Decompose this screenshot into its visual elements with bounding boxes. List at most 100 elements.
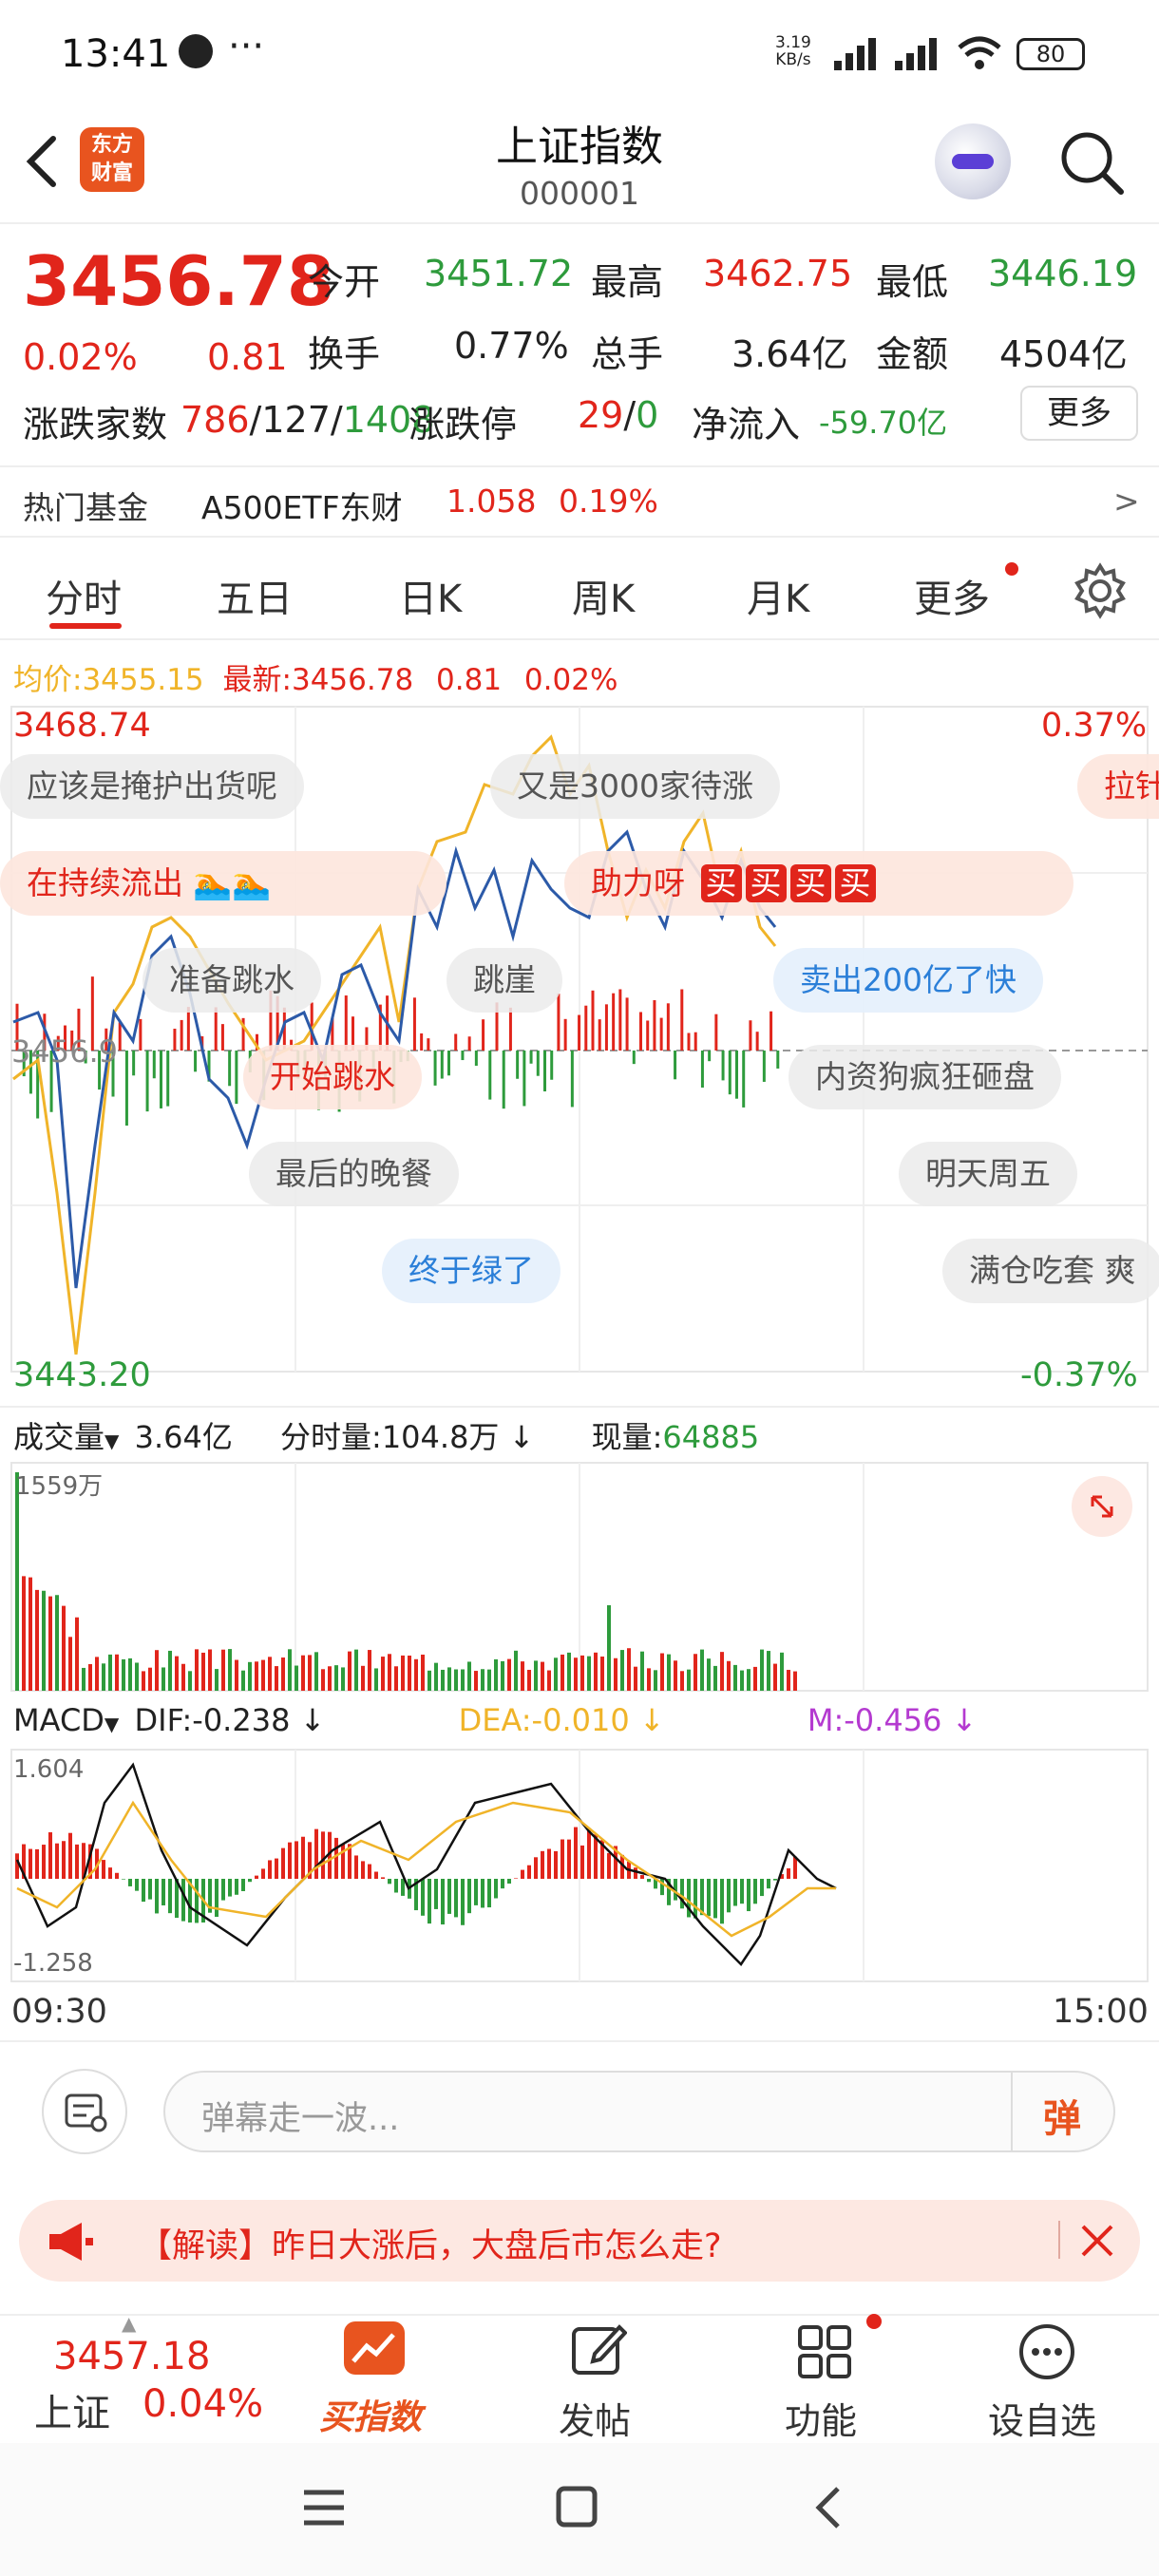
macd-indicator-select[interactable]: MACD xyxy=(13,1702,104,1738)
nav-features[interactable]: 功能 xyxy=(785,2392,857,2444)
dif-line xyxy=(15,1762,837,1966)
amount-value: 4504亿 xyxy=(999,333,1128,375)
high-label: 最高 xyxy=(591,261,664,303)
macd-m: M:-0.456 xyxy=(807,1702,942,1738)
features-grid-icon xyxy=(798,2325,851,2378)
danmaku-bubble[interactable]: 内资狗疯狂砸盘 xyxy=(788,1045,1061,1109)
close-icon[interactable] xyxy=(1079,2223,1115,2259)
danmaku-bubble[interactable]: 开始跳水 xyxy=(243,1045,422,1109)
robot-assistant-icon[interactable] xyxy=(935,123,1011,199)
intraday-change: 0.81 xyxy=(436,663,503,697)
macd-header: MACD▼ DIF:-0.238 ↓ DEA:-0.010 ↓ M:-0.456… xyxy=(13,1702,978,1738)
menu-icon[interactable] xyxy=(302,2487,346,2529)
tab-more[interactable]: 更多 xyxy=(914,568,990,623)
signal-icon xyxy=(834,38,876,70)
danmaku-text: 助力呀 xyxy=(591,864,685,901)
minute-volume-label: 分时量: xyxy=(280,1419,382,1455)
battery-level: 80 xyxy=(1036,41,1066,67)
danmaku-bubble[interactable]: 满仓吃套 爽 xyxy=(942,1239,1159,1303)
danmaku-settings-icon[interactable] xyxy=(42,2069,127,2154)
buy-sticker: 买 xyxy=(700,864,742,902)
chevron-right-icon: > xyxy=(1113,483,1140,520)
danmaku-bubble[interactable]: 终于绿了 xyxy=(382,1239,560,1303)
volume-max: 1559万 xyxy=(15,1472,104,1501)
now-volume: 64885 xyxy=(662,1419,760,1455)
limit-up: 29 xyxy=(578,394,624,436)
more-quote-button[interactable]: 更多 xyxy=(1020,386,1138,441)
bottom-nav: ▲ 3457.18 上证 0.04% 买指数 发帖 功能 设自选 xyxy=(0,2312,1159,2444)
search-icon[interactable] xyxy=(1058,129,1127,198)
danmaku-bubble[interactable]: 最后的晚餐 xyxy=(249,1142,459,1206)
tab-five-day[interactable]: 五日 xyxy=(217,568,293,623)
buy-index-icon xyxy=(344,2321,405,2375)
dea-line xyxy=(16,1800,836,1938)
danmaku-bubble[interactable]: 拉针 xyxy=(1077,754,1159,819)
time-end: 15:00 xyxy=(1053,1993,1149,2031)
last-price-small: 3456.78 xyxy=(291,663,414,697)
battery-icon: 80 xyxy=(1016,38,1085,70)
hot-fund-name: A500ETF东财 xyxy=(201,489,403,526)
nav-index-name[interactable]: 上证 xyxy=(34,2382,110,2437)
nav-index-price[interactable]: 3457.18 xyxy=(53,2335,210,2378)
wifi-icon xyxy=(958,36,1001,69)
hot-fund-bar[interactable]: 热门基金 A500ETF东财 1.058 0.19% > xyxy=(0,465,1159,538)
danmaku-bubble[interactable]: 卖出200亿了快 xyxy=(773,948,1043,1013)
danmaku-bubble[interactable]: 跳崖 xyxy=(446,948,562,1013)
status-bar: 13:41 ··· 3.19 KB/s 80 xyxy=(0,0,1159,106)
signal-2-icon xyxy=(895,38,937,70)
tab-monthly-k[interactable]: 月K xyxy=(747,568,809,623)
breadth-label: 涨跌家数 xyxy=(23,404,168,445)
megaphone-icon xyxy=(49,2223,93,2261)
edit-post-icon xyxy=(572,2324,627,2375)
limit-label: 涨跌停 xyxy=(408,404,518,445)
expand-icon[interactable] xyxy=(1072,1476,1132,1537)
home-icon[interactable] xyxy=(555,2485,598,2529)
hot-fund-pct: 0.19% xyxy=(559,483,658,520)
volume-label: 总手 xyxy=(591,333,664,375)
netflow-label: 净流入 xyxy=(692,404,801,445)
tab-weekly-k[interactable]: 周K xyxy=(572,568,635,623)
danmaku-input[interactable]: 弹幕走一波... 弹 xyxy=(163,2071,1115,2152)
intraday-pct: 0.02% xyxy=(523,663,618,697)
danmaku-bubble[interactable]: 又是3000家待涨 xyxy=(490,754,780,819)
down-arrow-icon: ↓ xyxy=(290,1702,326,1738)
features-notification-dot xyxy=(866,2314,882,2329)
macd-dif: DIF:-0.238 xyxy=(134,1702,291,1738)
volume-header: 成交量▼ 3.64亿 分时量:104.8万 ↓ 现量:64885 xyxy=(13,1419,760,1455)
nav-index-pct[interactable]: 0.04% xyxy=(142,2382,263,2426)
expand-up-icon[interactable]: ▲ xyxy=(122,2312,136,2335)
open-label: 今开 xyxy=(308,261,381,303)
nav-watchlist[interactable]: 设自选 xyxy=(988,2392,1096,2444)
danmaku-bubble[interactable]: 助力呀 买买买买 xyxy=(564,851,1074,916)
back-nav-icon[interactable] xyxy=(809,2485,847,2530)
nav-post[interactable]: 发帖 xyxy=(559,2392,631,2444)
volume-value: 3.64亿 xyxy=(732,333,848,375)
danmaku-bubble[interactable]: 在持续流出 🏊🏊 xyxy=(0,851,446,916)
danmaku-bubble[interactable]: 准备跳水 xyxy=(142,948,321,1013)
last-price: 3456.78 xyxy=(23,241,334,321)
send-danmaku-button[interactable]: 弹 xyxy=(1043,2088,1081,2143)
tab-intraday[interactable]: 分时 xyxy=(46,568,122,623)
notification-dot xyxy=(1005,562,1018,576)
breadth-flat: 127 xyxy=(261,399,331,441)
danmaku-bubble[interactable]: 应该是掩护出货呢 xyxy=(0,754,304,819)
intraday-info-line: 均价:3455.15 最新:3456.78 0.81 0.02% xyxy=(13,655,618,698)
volume-chart[interactable] xyxy=(0,1459,1159,1696)
net-speed-value: 3.19 xyxy=(775,33,811,52)
avg-price: 3455.15 xyxy=(82,663,204,697)
macd-dea: DEA:-0.010 xyxy=(458,1702,630,1738)
low-label: 最低 xyxy=(876,261,949,303)
net-speed-unit: KB/s xyxy=(775,50,811,69)
macd-min: -1.258 xyxy=(13,1949,93,1978)
y-top-pct: 0.37% xyxy=(1041,707,1148,745)
system-nav-bar xyxy=(0,2443,1159,2576)
danmaku-bubble[interactable]: 明天周五 xyxy=(899,1142,1077,1206)
settings-gear-icon[interactable] xyxy=(1072,562,1129,619)
y-bottom-pct: -0.37% xyxy=(1020,1356,1138,1394)
macd-chart[interactable] xyxy=(0,1746,1159,1985)
volume-indicator-select[interactable]: 成交量 xyxy=(13,1419,104,1455)
nav-buy-index[interactable]: 买指数 xyxy=(319,2390,422,2439)
turnover-value: 0.77% xyxy=(454,325,569,367)
news-banner[interactable]: 【解读】昨日大涨后，大盘后市怎么走? xyxy=(19,2200,1140,2282)
tab-daily-k[interactable]: 日K xyxy=(399,568,462,623)
